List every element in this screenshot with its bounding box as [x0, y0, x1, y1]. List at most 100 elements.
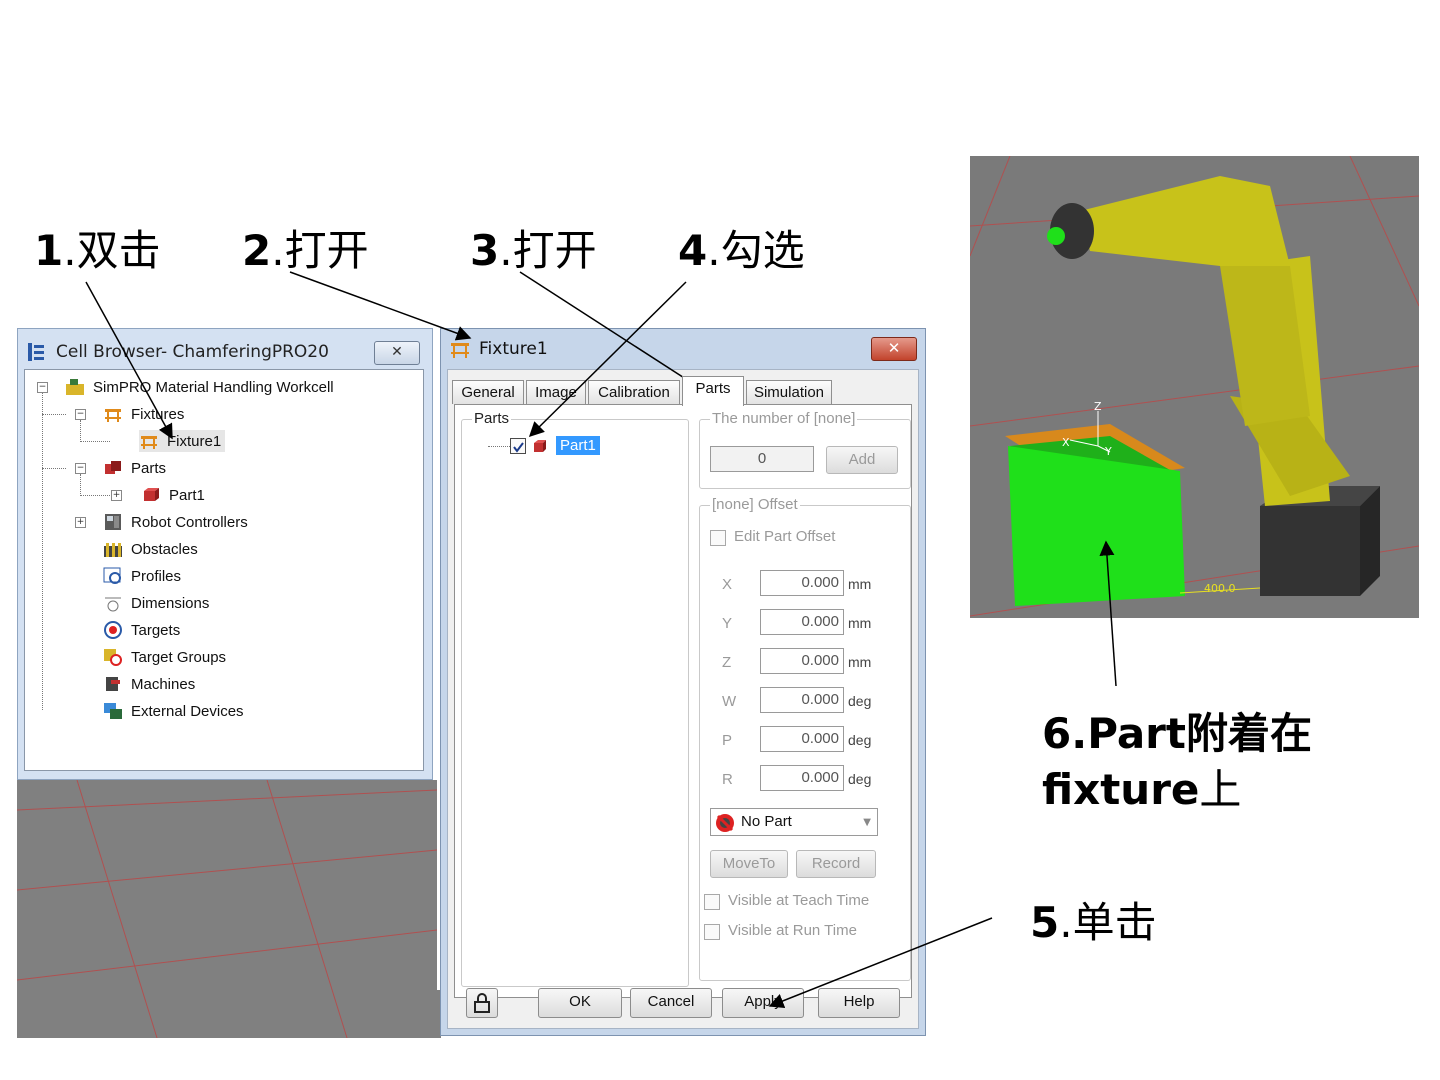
collapse-toggle[interactable]: − — [75, 463, 86, 474]
tab-simulation[interactable]: Simulation — [746, 380, 832, 404]
tree-item-part1[interactable]: Part1 — [141, 484, 205, 506]
apply-button[interactable]: Apply — [722, 988, 804, 1018]
ok-button[interactable]: OK — [538, 988, 622, 1018]
cell-browser-title: Cell Browser- ChamferingPRO20 — [56, 342, 329, 362]
check-icon — [513, 442, 524, 453]
tree-item-obstacles[interactable]: Obstacles — [103, 538, 198, 560]
offset-w-field[interactable]: 0.000 — [760, 687, 844, 713]
tree-label: Part1 — [169, 486, 205, 504]
close-icon: ✕ — [391, 344, 403, 360]
step-2-text: .打开 — [271, 226, 369, 275]
tree-line — [42, 468, 66, 469]
tab-parts[interactable]: Parts — [682, 376, 744, 406]
tree-item-dimensions[interactable]: Dimensions — [103, 592, 209, 614]
offset-r-unit: deg — [848, 771, 872, 787]
visible-teach-checkbox[interactable] — [704, 894, 720, 910]
machine-icon — [103, 675, 123, 693]
tree-browser-icon — [26, 341, 50, 363]
tree-line — [80, 441, 110, 442]
axis-x-label: X — [1062, 436, 1070, 449]
tree-item-fixture1[interactable]: Fixture1 — [139, 430, 226, 452]
tree-label: SimPRO Material Handling Workcell — [93, 378, 334, 396]
fixture-icon — [139, 432, 159, 450]
offset-w-label: W — [722, 693, 737, 710]
offset-y-unit: mm — [848, 615, 872, 631]
fixture-dialog-titlebar[interactable]: Fixture1 — [441, 329, 925, 369]
offset-p-unit: deg — [848, 732, 872, 748]
tree-label: Targets — [131, 621, 181, 639]
workcell-icon — [65, 378, 85, 396]
offset-p-field[interactable]: 0.000 — [760, 726, 844, 752]
collapse-toggle[interactable]: − — [75, 409, 86, 420]
part1-list-item[interactable]: Part1 — [556, 436, 600, 455]
offset-x-field[interactable]: 0.000 — [760, 570, 844, 596]
help-button[interactable]: Help — [818, 988, 900, 1018]
edit-offset-label: Edit Part Offset — [734, 528, 836, 545]
tree-label: Target Groups — [131, 648, 227, 666]
tree-label: Robot Controllers — [131, 513, 248, 531]
step-3-label: 3.打开 — [470, 230, 597, 272]
close-button[interactable]: ✕ — [871, 337, 917, 361]
expand-toggle[interactable]: + — [111, 490, 122, 501]
tree-label: Fixtures — [131, 405, 185, 423]
part-select-value: No Part — [741, 813, 792, 830]
tab-image[interactable]: Image — [526, 380, 586, 404]
3d-viewport[interactable]: Z X Y 400.0 — [970, 156, 1419, 618]
step-6-line2b: 上 — [1199, 765, 1242, 814]
external-device-icon — [103, 702, 123, 720]
step-6-number: 6 — [1042, 709, 1072, 758]
step-4-label: 4.勾选 — [678, 230, 805, 272]
step-3-text: .打开 — [499, 226, 597, 275]
collapse-toggle[interactable]: − — [37, 382, 48, 393]
tab-calibration[interactable]: Calibration — [588, 380, 680, 404]
tree-item-parts[interactable]: Parts — [103, 457, 166, 479]
expand-toggle[interactable]: + — [75, 517, 86, 528]
part1-checkbox[interactable] — [510, 438, 526, 454]
visible-run-label: Visible at Run Time — [728, 922, 857, 939]
tree-item-fixtures[interactable]: Fixtures — [103, 403, 184, 425]
cancel-button[interactable]: Cancel — [630, 988, 712, 1018]
visible-run-checkbox[interactable] — [704, 924, 720, 940]
background-floor — [17, 780, 437, 1038]
tree-item-workcell[interactable]: SimPRO Material Handling Workcell — [65, 376, 334, 398]
step-2-number: 2 — [242, 226, 272, 275]
number-field: 0 — [710, 446, 814, 472]
offset-y-field[interactable]: 0.000 — [760, 609, 844, 635]
parts-group-label: Parts — [472, 410, 512, 427]
tree-item-external-devices[interactable]: External Devices — [103, 700, 244, 722]
record-button[interactable]: Record — [796, 850, 876, 878]
lock-button[interactable] — [466, 988, 498, 1018]
tree-item-profiles[interactable]: Profiles — [103, 565, 181, 587]
offset-z-field[interactable]: 0.000 — [760, 648, 844, 674]
step-5-number: 5 — [1030, 898, 1060, 947]
obstacle-icon — [103, 540, 123, 558]
tree-item-targets[interactable]: Targets — [103, 619, 180, 641]
number-group: The number of [none] 0 Add — [699, 410, 911, 489]
offset-x-unit: mm — [848, 576, 872, 592]
moveto-button[interactable]: MoveTo — [710, 850, 788, 878]
edit-offset-checkbox[interactable] — [710, 530, 726, 546]
tree-label: Machines — [131, 675, 196, 693]
parts-list: Part1 — [468, 426, 682, 980]
tree-label: Obstacles — [131, 540, 198, 558]
tree-item-machines[interactable]: Machines — [103, 673, 195, 695]
tree-label: External Devices — [131, 702, 244, 720]
chevron-down-icon: ▼ — [863, 817, 871, 828]
close-button[interactable]: ✕ — [374, 341, 420, 365]
step-5-text: .单击 — [1059, 898, 1157, 947]
tree-line — [42, 414, 66, 415]
offset-r-field[interactable]: 0.000 — [760, 765, 844, 791]
cell-browser-window: Cell Browser- ChamferingPRO20 ✕ − − − + … — [17, 328, 433, 780]
tree-item-target-groups[interactable]: Target Groups — [103, 646, 226, 668]
offset-group: [none] Offset Edit Part Offset X 0.000 m… — [699, 496, 911, 981]
tab-general[interactable]: General — [452, 380, 524, 404]
tree-item-robot-controllers[interactable]: Robot Controllers — [103, 511, 248, 533]
part-select[interactable]: No Part ▼ — [710, 808, 878, 836]
step-3-number: 3 — [470, 226, 500, 275]
add-button[interactable]: Add — [826, 446, 898, 474]
close-icon: ✕ — [887, 339, 901, 357]
axis-z-label: Z — [1094, 400, 1102, 413]
dimension-icon — [103, 594, 123, 612]
offset-z-unit: mm — [848, 654, 872, 670]
fixture-icon — [449, 339, 471, 359]
